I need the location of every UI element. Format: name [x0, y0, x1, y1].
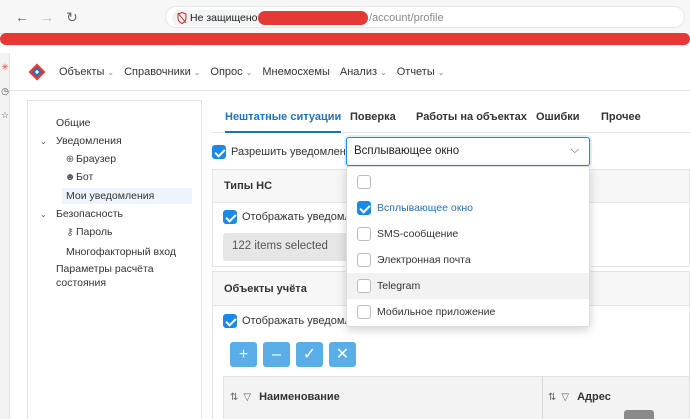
chevron-down-icon[interactable]: ⌄: [40, 208, 50, 222]
menu-polling[interactable]: Опрос ⌄: [205, 53, 257, 91]
filter-icon[interactable]: ▽: [243, 392, 251, 403]
menu-objects[interactable]: Объекты ⌄: [54, 53, 119, 91]
sort-icon[interactable]: ⇅: [548, 392, 556, 403]
option-checkbox[interactable]: [357, 253, 371, 267]
tab-site-works[interactable]: Работы на объектах: [416, 100, 527, 133]
menu-reports[interactable]: Отчеты ⌄: [392, 53, 450, 91]
option-checkbox[interactable]: [357, 227, 371, 241]
allow-notifications-label: Разрешить уведомления: [231, 146, 358, 159]
tab-other[interactable]: Прочее: [601, 100, 641, 133]
key-icon: ⚷: [66, 227, 74, 238]
globe-icon: ⊕: [65, 154, 75, 165]
objects-show-label: Отображать уведомлен: [242, 315, 363, 327]
bookmark-strip: [0, 45, 690, 53]
star-icon[interactable]: ☆: [0, 109, 10, 121]
menu-mnemonic[interactable]: Мнемосхемы: [257, 53, 335, 91]
confirm-button[interactable]: ✓: [296, 342, 323, 367]
insecure-label: Не защищено: [190, 12, 258, 24]
security-chip[interactable]: Не защищено: [172, 10, 264, 26]
reload-icon[interactable]: ↻: [64, 9, 80, 25]
menu-references[interactable]: Справочники ⌄: [119, 53, 205, 91]
redaction-bar: [0, 33, 690, 45]
sidebar-item-general[interactable]: Общие: [56, 116, 91, 130]
app-navbar: Объекты ⌄ Справочники ⌄ Опрос ⌄ Мнемосхемы …: [10, 53, 690, 91]
filter-icon[interactable]: ▽: [561, 392, 569, 403]
sidebar-item-my-notifications[interactable]: Мои уведомления: [62, 188, 192, 204]
chevron-down-icon: ⌄: [380, 68, 387, 77]
chevron-down-icon[interactable]: ⌄: [40, 135, 50, 149]
column-name[interactable]: ⇅ ▽ Наименование: [230, 391, 340, 403]
address-bar[interactable]: Не защищено /account/profile: [165, 6, 685, 28]
types-show-label: Отображать уведомлен: [242, 211, 363, 223]
allow-notifications-checkbox[interactable]: [212, 145, 226, 160]
sidebar-item-password[interactable]: ⚷ Пароль: [64, 225, 112, 240]
chevron-down-icon: ⌵: [570, 144, 579, 156]
browser-side-rail: ✳ ◷ ☆: [0, 53, 10, 419]
tab-emergency[interactable]: Нештатные ситуации: [225, 100, 342, 133]
menu-analysis[interactable]: Анализ ⌄: [335, 53, 392, 91]
main-menu: Объекты ⌄ Справочники ⌄ Опрос ⌄ Мнемосхемы …: [54, 53, 449, 91]
app-logo-icon[interactable]: [28, 63, 46, 81]
delivery-method-dropdown: Всплывающее окно SMS-сообщение Электронн…: [346, 166, 590, 327]
types-selected-count: 122 items selected: [232, 240, 328, 252]
sidebar-item-browser[interactable]: ⊕ Браузер: [64, 152, 116, 167]
dropdown-option-email[interactable]: Электронная почта: [347, 247, 589, 273]
scroll-indicator[interactable]: [624, 410, 654, 419]
browser-toolbar: ← → ↻ Не защищено /account/profile: [0, 0, 690, 34]
objects-toolbar: + – ✓ ✕: [230, 342, 356, 367]
column-divider[interactable]: [542, 377, 543, 419]
objects-card-title: Объекты учёта: [224, 283, 307, 295]
select-value: Всплывающее окно: [354, 145, 460, 157]
chevron-down-icon: ⌄: [245, 68, 253, 77]
delivery-method-select[interactable]: Всплывающее окно ⌵: [346, 137, 590, 166]
tab-verification[interactable]: Поверка: [350, 100, 396, 133]
dropdown-option-sms[interactable]: SMS-сообщение: [347, 221, 589, 247]
sparkle-icon[interactable]: ✳: [0, 61, 10, 73]
option-checkbox[interactable]: [357, 201, 371, 215]
dropdown-option-empty[interactable]: [347, 169, 589, 195]
chevron-down-icon: ⌄: [193, 68, 201, 77]
option-checkbox[interactable]: [357, 279, 371, 293]
robot-icon: ☻: [64, 172, 76, 183]
notification-tabs: Нештатные ситуации Поверка Работы на объ…: [212, 100, 690, 133]
types-show-checkbox[interactable]: [223, 210, 237, 224]
redacted-host: [258, 11, 368, 25]
back-icon[interactable]: ←: [14, 9, 30, 25]
history-icon[interactable]: ◷: [0, 85, 10, 97]
objects-grid-header: ⇅ ▽ Наименование ⇅ ▽ Адрес: [223, 376, 690, 419]
chevron-down-icon: ⌄: [107, 68, 115, 77]
objects-show-checkbox[interactable]: [223, 314, 237, 328]
clear-button[interactable]: ✕: [329, 342, 356, 367]
sidebar-item-bot[interactable]: ☻Бот: [64, 170, 94, 185]
url-path: /account/profile: [369, 12, 444, 24]
dropdown-option-mobile[interactable]: Мобильное приложение: [347, 299, 589, 325]
sidebar-item-security[interactable]: ⌄ Безопасность: [40, 207, 123, 222]
tab-errors[interactable]: Ошибки: [536, 100, 580, 133]
column-address[interactable]: ⇅ ▽ Адрес: [548, 391, 611, 403]
dropdown-option-popup[interactable]: Всплывающее окно: [347, 195, 589, 221]
shield-slash-icon: [177, 12, 187, 24]
add-button[interactable]: +: [230, 342, 257, 367]
objects-show-option[interactable]: Отображать уведомлен: [223, 314, 363, 328]
option-checkbox[interactable]: [357, 305, 371, 319]
types-card-title: Типы НС: [224, 180, 273, 192]
types-multiselect[interactable]: 122 items selected: [223, 233, 348, 261]
sidebar-item-notifications[interactable]: ⌄ Уведомления: [40, 134, 122, 149]
sidebar-item-calc-params[interactable]: Параметры расчёта состояния: [56, 262, 154, 290]
allow-notifications[interactable]: Разрешить уведомления: [212, 143, 358, 161]
remove-button[interactable]: –: [263, 342, 290, 367]
types-show-option[interactable]: Отображать уведомлен: [223, 210, 363, 224]
sidebar-item-mfa[interactable]: Многофакторный вход: [66, 245, 176, 259]
settings-sidebar: Общие ⌄ Уведомления ⊕ Браузер ☻Бот Мои уве…: [27, 100, 202, 419]
chevron-down-icon: ⌄: [437, 68, 445, 77]
option-checkbox[interactable]: [357, 175, 371, 189]
dropdown-option-telegram[interactable]: Telegram: [347, 273, 589, 299]
sort-icon[interactable]: ⇅: [230, 392, 238, 403]
forward-icon[interactable]: →: [39, 9, 55, 25]
